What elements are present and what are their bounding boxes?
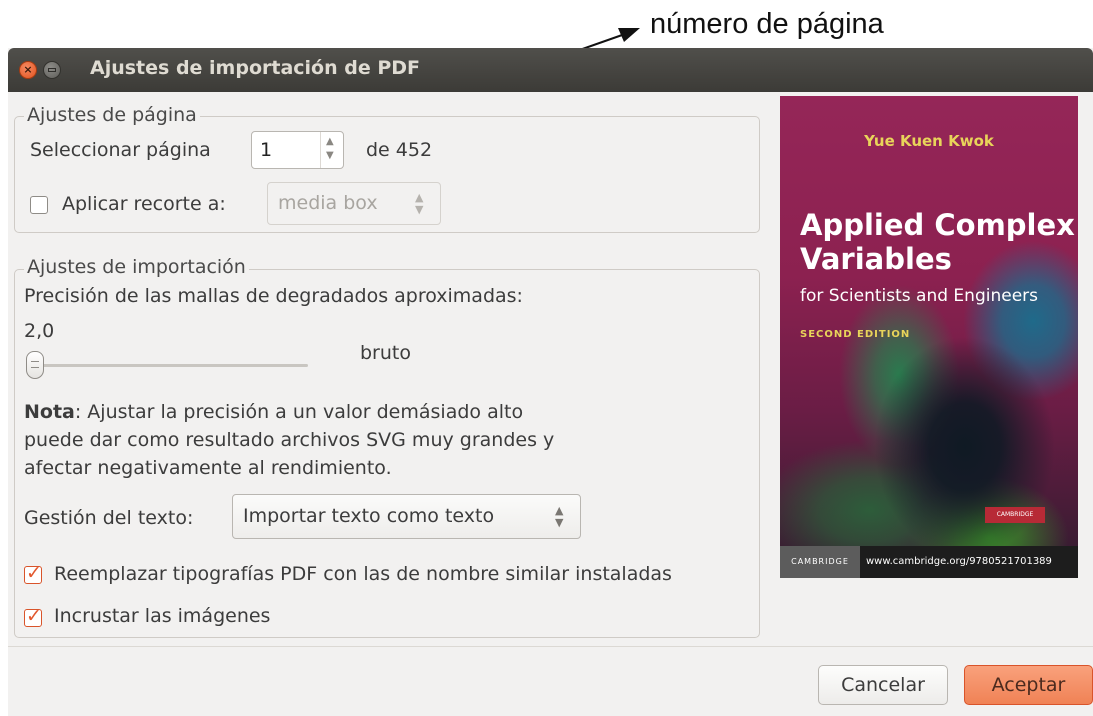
precision-slider-handle[interactable]	[26, 351, 44, 379]
cover-artwork	[780, 96, 1078, 546]
accept-button[interactable]: Aceptar	[964, 665, 1093, 705]
cover-bar-url: www.cambridge.org/9780521701389	[866, 556, 1052, 567]
text-handling-value: Importar texto como texto	[243, 505, 495, 527]
pdf-import-dialog: × Ajustes de importación de PDF Ajustes …	[8, 48, 1093, 716]
window-title: Ajustes de importación de PDF	[90, 57, 421, 79]
cover-footer-bar: CAMBRIDGE www.cambridge.org/978052170138…	[780, 546, 1078, 578]
crop-checkbox[interactable]	[30, 196, 48, 214]
page-number-spinner[interactable]: 1 ▲ ▼	[251, 131, 344, 169]
cover-publisher-badge: CAMBRIDGE	[985, 507, 1045, 523]
replace-fonts-checkbox[interactable]: ✓	[24, 562, 42, 584]
footer-divider	[8, 646, 1093, 647]
title-bar: × Ajustes de importación de PDF	[8, 48, 1093, 92]
cover-title: Applied Complex Variables	[800, 208, 1075, 276]
cover-bar-publisher: CAMBRIDGE	[780, 546, 860, 578]
precision-value: 2,0	[24, 320, 55, 342]
cover-author: Yue Kuen Kwok	[864, 132, 994, 150]
check-icon: ✓	[26, 562, 42, 584]
crop-box-select[interactable]: media box ▲ ▼	[267, 182, 441, 225]
spinner-up-icon[interactable]: ▲	[326, 136, 334, 147]
select-page-label: Seleccionar página	[30, 139, 211, 161]
annotation-label: número de página	[650, 8, 884, 40]
select-arrows-icon: ▲ ▼	[555, 504, 564, 529]
cancel-button[interactable]: Cancelar	[818, 665, 948, 705]
select-arrows-icon: ▲ ▼	[415, 191, 424, 216]
precision-label: Precisión de las mallas de degradados ap…	[24, 285, 523, 307]
check-icon: ✓	[26, 605, 42, 627]
page-preview: Yue Kuen Kwok Applied Complex Variables …	[780, 96, 1078, 546]
replace-fonts-label: Reemplazar tipografías PDF con las de no…	[54, 563, 672, 585]
minimize-icon[interactable]	[43, 61, 61, 79]
spinner-down-icon[interactable]: ▼	[326, 150, 334, 161]
page-count: de 452	[366, 139, 433, 161]
embed-images-checkbox[interactable]: ✓	[24, 605, 42, 627]
note-bold-label: Nota	[24, 401, 75, 423]
cover-edition: SECOND EDITION	[800, 329, 911, 340]
cover-title-line1: Applied Complex	[800, 208, 1075, 242]
text-handling-label: Gestión del texto:	[24, 507, 194, 529]
text-handling-select[interactable]: Importar texto como texto ▲ ▼	[232, 494, 581, 539]
crop-box-value: media box	[278, 192, 378, 214]
precision-level-text: bruto	[360, 342, 411, 364]
precision-slider-track[interactable]	[32, 364, 308, 367]
close-icon[interactable]: ×	[19, 61, 37, 79]
cover-subtitle: for Scientists and Engineers	[800, 286, 1038, 306]
embed-images-label: Incrustar las imágenes	[54, 605, 271, 627]
import-settings-legend: Ajustes de importación	[24, 256, 249, 278]
page-number-value[interactable]: 1	[260, 139, 272, 161]
cover-title-line2: Variables	[800, 242, 952, 276]
precision-note: Nota: Ajustar la precisión a un valor de…	[24, 398, 584, 482]
page-settings-legend: Ajustes de página	[24, 104, 200, 126]
note-text: : Ajustar la precisión a un valor demási…	[24, 401, 555, 479]
crop-label: Aplicar recorte a:	[62, 193, 226, 215]
